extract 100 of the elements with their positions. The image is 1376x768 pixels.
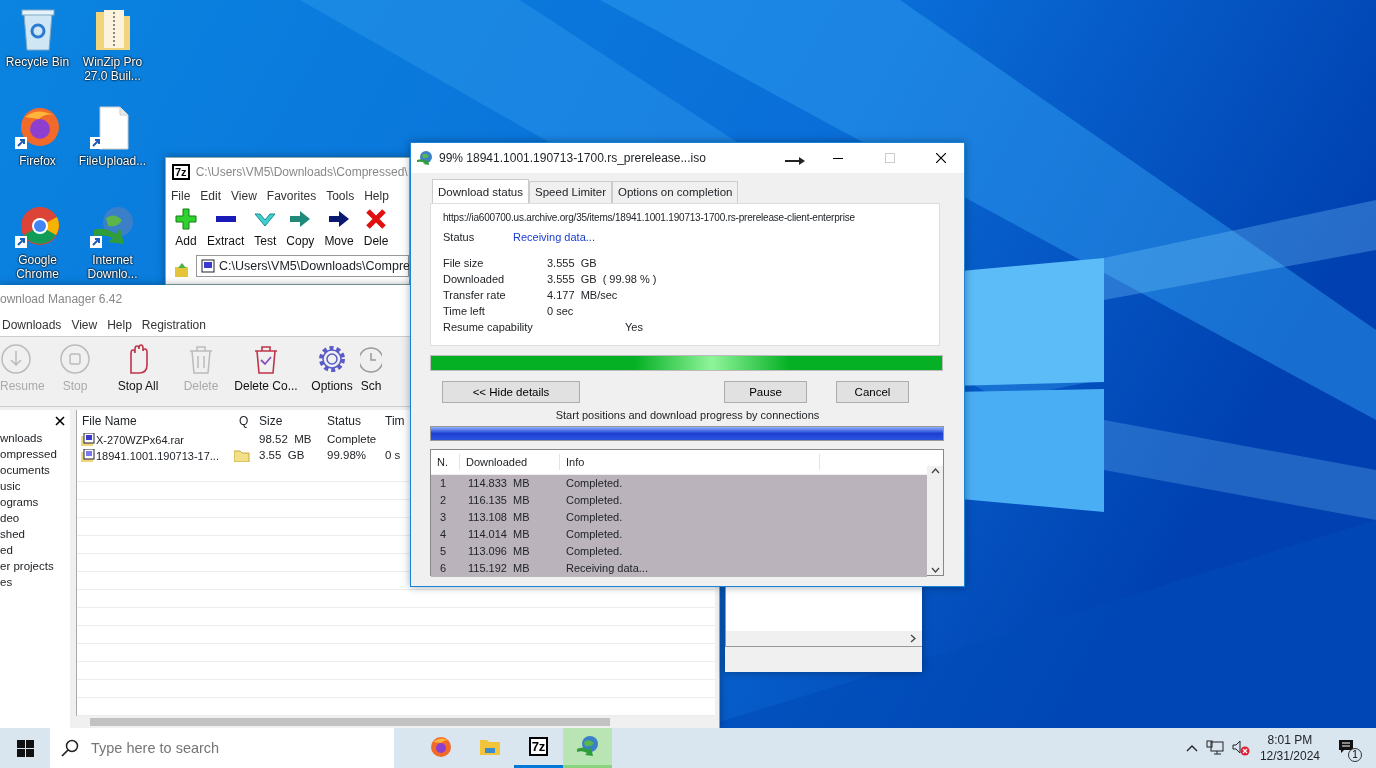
app-icon[interactable] xyxy=(428,734,453,759)
menu-item[interactable]: Favorites xyxy=(261,187,322,205)
table-cell-text: 114.833 MB xyxy=(467,476,531,491)
menu-item[interactable]: Downloads xyxy=(0,315,67,334)
category-item[interactable]: usic xyxy=(0,478,70,494)
chevron-right-icon[interactable] xyxy=(910,634,916,643)
download-url: https://ia600700.us.archive.org/35/items/18941.1001.190713-1700.rs-prerelease-client-enterprise xyxy=(443,211,856,226)
column-header[interactable]: Status xyxy=(322,412,380,430)
category-item[interactable]: ompressed xyxy=(0,446,70,462)
category-item[interactable]: ocuments xyxy=(0,462,70,478)
tab[interactable]: Options on completion xyxy=(612,181,739,204)
category-item[interactable]: deo xyxy=(0,510,70,526)
time-left: 0 s xyxy=(384,448,401,464)
column-header[interactable]: File Name xyxy=(77,412,234,430)
toolbar-button[interactable]: Delete Co... xyxy=(228,341,304,397)
toolbar-button[interactable]: Add xyxy=(170,206,202,252)
field-label: File size xyxy=(443,255,485,271)
dialog-button[interactable]: Pause xyxy=(724,381,807,404)
toolbar-button[interactable]: Test xyxy=(249,206,282,252)
arrow-icon xyxy=(328,208,351,230)
stop-icon xyxy=(59,343,91,375)
globe-icon[interactable] xyxy=(89,204,136,250)
tab[interactable]: Speed Limiter xyxy=(529,181,612,204)
close-icon[interactable] xyxy=(55,416,65,426)
archive-file-icon xyxy=(201,259,215,273)
window-title: 99% 18941.1001.190713-1700.rs_prerelease...iso xyxy=(439,150,707,167)
menu-item[interactable]: Edit xyxy=(195,187,227,205)
toolbar-button[interactable]: Options xyxy=(304,341,360,397)
category-item[interactable]: es xyxy=(0,574,70,590)
toolbar-button[interactable]: Dele xyxy=(358,206,394,252)
app-icon[interactable] xyxy=(14,204,61,250)
file-size: 3.55 GB xyxy=(258,448,306,464)
menu-item[interactable]: View xyxy=(226,187,262,205)
windows-logo-icon xyxy=(16,739,34,757)
taskbar-app[interactable] xyxy=(563,728,612,768)
field-label: Transfer rate xyxy=(443,287,507,303)
icon-label[interactable]: Firefox xyxy=(1,154,74,168)
menu-item[interactable]: Help xyxy=(359,187,394,205)
icon-label[interactable]: Recycle Bin xyxy=(1,55,74,69)
menu-item[interactable]: Help xyxy=(102,315,137,334)
chevron-up-icon[interactable] xyxy=(1185,744,1198,752)
horizontal-scrollbar[interactable] xyxy=(725,631,922,647)
category-item[interactable]: er projects xyxy=(0,558,70,574)
category-item[interactable]: wnloads xyxy=(0,430,70,446)
address-field[interactable]: C:\Users\VM5\Downloads\Compre xyxy=(196,255,409,277)
network-icon[interactable] xyxy=(1205,740,1224,756)
table-cell-text: Completed. xyxy=(565,493,623,508)
table-cell-text: 113.096 MB xyxy=(467,544,531,559)
column-header[interactable]: N. xyxy=(431,453,460,470)
notifications-button[interactable]: 1 xyxy=(1336,733,1362,763)
column-header[interactable]: Size xyxy=(254,412,322,430)
category-item[interactable]: shed xyxy=(0,526,70,542)
category-item[interactable]: ed xyxy=(0,542,70,558)
icon-label[interactable]: Google Chrome xyxy=(1,253,74,281)
minimize-icon[interactable] xyxy=(833,157,844,159)
menu-item[interactable]: View xyxy=(66,315,103,334)
chevron-down-icon[interactable] xyxy=(930,566,940,573)
toolbar-button[interactable]: Copy xyxy=(281,206,320,252)
folder-up-icon xyxy=(174,262,190,278)
chevron-up-icon[interactable] xyxy=(930,467,940,474)
dialog-button[interactable]: << Hide details xyxy=(442,381,580,404)
app-icon[interactable] xyxy=(14,105,61,151)
menu-item[interactable]: Registration xyxy=(136,315,211,334)
settings-icon xyxy=(316,343,348,375)
tab[interactable]: Download status xyxy=(432,179,530,204)
close-icon[interactable] xyxy=(936,153,947,163)
globe-icon xyxy=(417,150,433,166)
globe-icon[interactable] xyxy=(575,734,600,759)
category-item[interactable]: ograms xyxy=(0,494,70,510)
toolbar-button[interactable]: Extract xyxy=(202,206,250,252)
vertical-scrollbar[interactable] xyxy=(927,465,943,575)
dialog-button[interactable]: Cancel xyxy=(836,381,909,404)
toolbar-button[interactable]: Sch xyxy=(360,341,382,397)
clock[interactable]: 8:01 PM 12/31/2024 xyxy=(1259,732,1320,764)
table-cell-text: 2 xyxy=(439,493,448,508)
table-cell-text: 114.014 MB xyxy=(467,527,531,542)
column-header[interactable]: Q xyxy=(234,412,254,430)
icon-label[interactable]: FileUpload... xyxy=(76,154,149,168)
arrow-icon xyxy=(785,157,806,165)
menu-item[interactable]: File xyxy=(166,187,196,205)
field-label: Downloaded xyxy=(443,271,506,287)
column-header[interactable]: Info xyxy=(560,453,820,470)
table-cell-text: 1 xyxy=(439,476,448,491)
volume-muted-icon[interactable] xyxy=(1231,740,1250,756)
column-header[interactable]: Tim xyxy=(380,412,402,430)
download-status: Complete xyxy=(326,432,378,448)
toolbar-button[interactable]: Move xyxy=(319,206,359,252)
field-value: 3.555 GB ( 99.98 % ) xyxy=(547,271,657,287)
icon-label[interactable]: WinZip Pro 27.0 Buil... xyxy=(76,55,149,83)
toolbar-button[interactable]: Stop All xyxy=(102,341,174,397)
icon-label[interactable]: Internet Downlo... xyxy=(76,253,149,281)
menu-item[interactable]: Tools xyxy=(321,187,360,205)
caption-text: Start positions and download progress by connections xyxy=(554,408,821,424)
table-cell-text: 115.192 MB xyxy=(467,561,531,576)
column-header[interactable]: Downloaded xyxy=(460,453,560,470)
field-value: 0 sec xyxy=(547,303,574,319)
field-label: Resume capability xyxy=(443,319,534,335)
field-value: Yes xyxy=(625,319,643,335)
scrollbar-thumb[interactable] xyxy=(90,718,610,726)
table-cell-text: Completed. xyxy=(565,510,623,525)
